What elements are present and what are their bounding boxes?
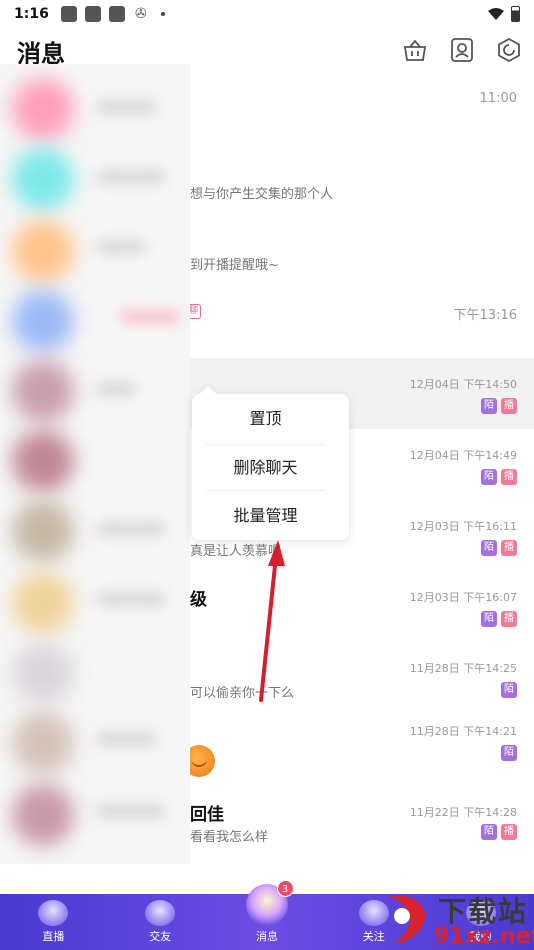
conversation-time: 12月04日 下午14:49 [409,449,517,462]
stranger-badge: 陌 [501,745,517,761]
blurred-name [96,240,146,254]
sync-icon: ✇ [134,6,147,22]
nav-label: 交友 [149,930,172,943]
avatar [12,78,74,140]
live-badge: 播 [501,611,517,627]
status-time: 1:16 [14,6,49,22]
privacy-blur-mask [0,64,190,864]
avatar [12,290,74,352]
badge-group: 陌 播 [481,824,517,840]
friends-icon [145,900,176,926]
settings-icon[interactable] [495,36,523,64]
live-badge: 播 [501,824,517,840]
stranger-badge: 陌 [481,824,497,840]
conversation-time: 12月03日 下午16:07 [409,591,517,604]
badge-group: 陌 [501,745,517,761]
watermark-logo-icon [388,895,426,944]
stranger-badge: 陌 [481,611,497,627]
nav-label: 直播 [42,930,65,943]
more-notifications-icon [160,12,165,16]
nav-messages[interactable]: 3 消息 [214,880,321,950]
avatar [12,500,74,562]
blurred-name [96,522,166,536]
badge-group: 陌 播 [481,611,517,627]
menu-item-pin[interactable]: 置顶 [206,396,325,442]
basket-icon[interactable] [401,36,429,64]
watermark-url: 91xz.net [434,924,534,949]
wifi-icon [488,8,504,20]
blurred-name [96,804,166,818]
badge-group: 陌 播 [481,469,517,485]
live-badge: 播 [501,398,517,414]
nav-label: 消息 [255,930,278,943]
stranger-badge: 陌 [481,469,497,485]
blurred-name [96,100,156,114]
blurred-name [120,310,180,324]
blurred-name [96,170,166,184]
avatar [12,430,74,492]
avatar [12,712,74,774]
status-bar: 1:16 ✇ [0,0,534,28]
watermark: 下载站 91xz.net [380,890,534,950]
conversation-time: 11月22日 下午14:28 [409,806,517,819]
conversation-name: 回佳 [190,805,224,825]
notification-icon [84,6,101,22]
conversation-time: 11月28日 下午14:25 [409,662,517,675]
conversation-time: 12月04日 下午14:50 [409,378,517,391]
context-menu: 置顶 删除聊天 批量管理 [192,394,349,540]
conversation-preview: 看看我怎么样 [190,830,269,845]
avatar [12,360,74,422]
contacts-icon[interactable] [448,36,476,64]
stranger-badge: 陌 [481,540,497,556]
menu-item-batch-manage[interactable]: 批量管理 [206,493,325,539]
nav-live[interactable]: 直播 [0,894,107,950]
live-badge: 播 [501,469,517,485]
conversation-time: 12月03日 下午16:11 [409,520,517,533]
notification-icon [108,6,125,22]
notification-icon [60,6,77,22]
conversation-preview: 想与你产生交集的那个人 [190,187,334,202]
nav-friends[interactable]: 交友 [107,894,214,950]
badge-group: 陌 播 [481,540,517,556]
live-icon [38,900,69,926]
stranger-badge: 陌 [501,682,517,698]
blurred-name [96,592,166,606]
conversation-time: 11:00 [479,91,517,106]
avatar [12,642,74,704]
menu-item-delete-chat[interactable]: 删除聊天 [206,445,325,491]
battery-icon [511,6,520,22]
stranger-badge: 陌 [481,398,497,414]
avatar [12,784,74,846]
badge-group: 陌 播 [481,398,517,414]
unread-badge: 3 [276,880,294,897]
conversation-preview: 到开播提醒哦~ [190,258,279,273]
conversation-preview: 可以偷亲你一下么 [190,686,295,701]
conversation-time: 下午13:16 [453,308,517,323]
avatar [12,572,74,634]
conversation-time: 11月28日 下午14:21 [409,725,517,738]
blurred-name [96,732,156,746]
avatar [12,148,74,210]
avatar [12,220,74,282]
blurred-name [96,382,136,396]
live-badge: 播 [501,540,517,556]
badge-group: 陌 [501,682,517,698]
conversation-preview: 真是让人羡慕呢 [190,544,282,559]
conversation-name: 级 [190,590,207,610]
menu-divider [206,490,325,491]
